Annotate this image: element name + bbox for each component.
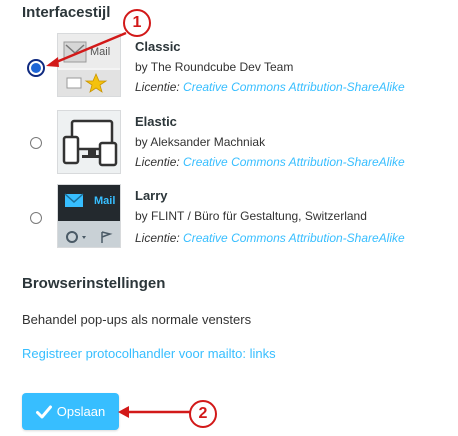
skin-option-larry[interactable]: Mail Larry by FLINT / Büro für Gestaltun… — [0, 184, 458, 254]
license-label-classic: Licentie: — [135, 80, 180, 94]
thumbnail-elastic — [57, 110, 121, 174]
annotation-badge-2: 2 — [189, 400, 217, 428]
skin-author-larry: by FLINT / Büro für Gestaltung, Switzerl… — [135, 209, 367, 223]
section-title-browser-settings: Browserinstellingen — [22, 275, 166, 292]
skin-license-larry: Licentie: Creative Commons Attribution-S… — [135, 231, 405, 245]
skin-license-classic: Licentie: Creative Commons Attribution-S… — [135, 80, 405, 94]
thumb-mail-text-classic: Mail — [90, 46, 111, 58]
thumb-mail-text-larry: Mail — [94, 195, 116, 207]
skin-author-classic: by The Roundcube Dev Team — [135, 60, 294, 74]
skin-option-elastic[interactable]: Elastic by Aleksander Machniak Licentie:… — [0, 108, 458, 178]
radio-elastic[interactable] — [30, 137, 42, 149]
protocol-handler-link[interactable]: Registreer protocolhandler voor mailto: … — [22, 346, 276, 361]
checkmark-icon — [35, 405, 52, 418]
license-label-elastic: Licentie: — [135, 155, 180, 169]
annotation-badge-1: 1 — [123, 9, 151, 37]
skin-name-larry: Larry — [135, 188, 168, 203]
annotation-arrowhead-2 — [118, 406, 129, 418]
skin-license-elastic: Licentie: Creative Commons Attribution-S… — [135, 155, 405, 169]
save-button[interactable]: Opslaan — [22, 393, 119, 430]
thumbnail-classic: Mail — [57, 33, 121, 97]
save-button-label: Opslaan — [56, 404, 106, 419]
popup-option-label: Behandel pop-ups als normale vensters — [22, 312, 252, 327]
skin-author-elastic: by Aleksander Machniak — [135, 135, 266, 149]
license-link-larry[interactable]: Creative Commons Attribution-ShareAlike — [183, 231, 405, 245]
radio-larry[interactable] — [30, 212, 42, 224]
license-link-elastic[interactable]: Creative Commons Attribution-ShareAlike — [183, 155, 405, 169]
skin-name-elastic: Elastic — [135, 114, 177, 129]
section-title-interface-style: Interfacestijl — [22, 4, 111, 21]
skin-name-classic: Classic — [135, 39, 181, 54]
thumbnail-larry: Mail — [57, 184, 121, 248]
radio-classic[interactable] — [27, 59, 45, 77]
license-label-larry: Licentie: — [135, 231, 180, 245]
skin-option-classic[interactable]: Mail Classic by The Roundcube Dev Team L… — [0, 33, 458, 103]
license-link-classic[interactable]: Creative Commons Attribution-ShareAlike — [183, 80, 405, 94]
